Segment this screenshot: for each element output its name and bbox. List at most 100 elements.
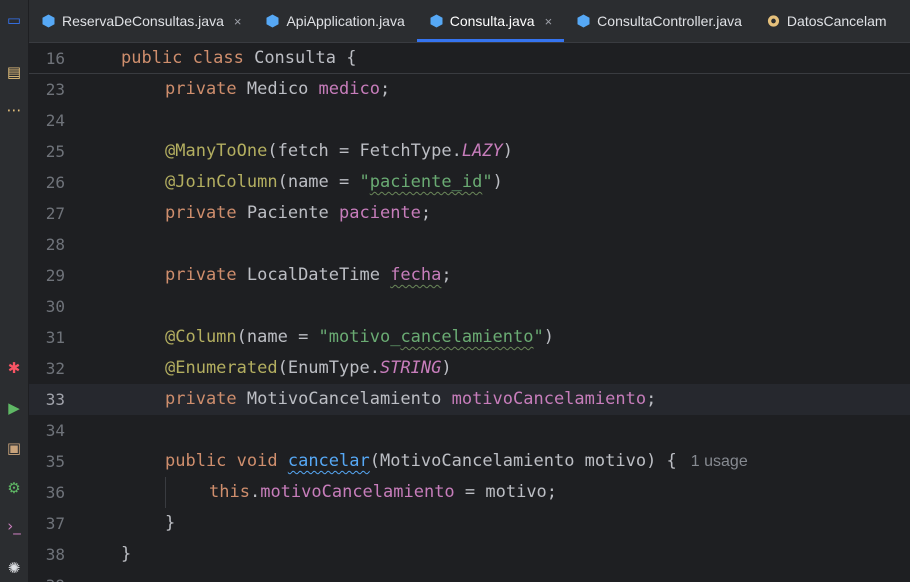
line-number[interactable]: 35 xyxy=(29,446,65,477)
code-token: class xyxy=(192,48,255,68)
tab-consultacontroller-java[interactable]: ConsultaController.java xyxy=(564,0,754,42)
code-line[interactable]: 34 xyxy=(29,415,910,446)
code-token: private xyxy=(165,389,247,409)
code-line[interactable]: 25 @ManyToOne(fetch = FetchType.LAZY) xyxy=(29,136,910,167)
line-number[interactable]: 33 xyxy=(29,384,65,415)
line-number[interactable]: 29 xyxy=(29,260,65,291)
code-line[interactable]: 24 xyxy=(29,105,910,136)
code-token: cancelar xyxy=(287,451,370,471)
code-token: MotivoCancelamiento xyxy=(246,389,452,409)
line-number[interactable]: 34 xyxy=(29,415,65,446)
tab-reservadeconsultas-java[interactable]: ReservaDeConsultas.java × xyxy=(29,0,253,42)
java-icon xyxy=(42,14,55,28)
code-line[interactable]: 33 private MotivoCancelamiento motivoCanc… xyxy=(29,384,910,415)
code-token: private xyxy=(165,203,247,223)
code-token: motivoCancelamiento xyxy=(260,482,455,502)
line-number[interactable]: 16 xyxy=(29,43,65,74)
code-text: this.motivoCancelamiento = motivo; xyxy=(209,477,557,508)
code-token: ; xyxy=(646,389,657,409)
code-token: " xyxy=(482,172,493,192)
line-number[interactable]: 24 xyxy=(29,105,65,136)
code-token: Medico xyxy=(246,79,319,99)
code-line[interactable]: 39 xyxy=(29,570,910,582)
line-number[interactable]: 36 xyxy=(29,477,65,508)
project-icon[interactable]: ▭ xyxy=(0,8,28,32)
code-token: } xyxy=(165,513,176,533)
terminal-icon[interactable]: ›_ xyxy=(0,514,28,538)
line-number[interactable]: 38 xyxy=(29,539,65,570)
code-token: @Column xyxy=(165,327,237,347)
code-line[interactable]: 29 private LocalDateTime fecha; xyxy=(29,260,910,291)
code-token: cancelamiento xyxy=(400,327,534,347)
line-number[interactable]: 30 xyxy=(29,291,65,322)
code-token: ) xyxy=(502,141,514,161)
settings-icon[interactable]: ⚙ xyxy=(0,476,28,500)
code-text: public class Consulta { xyxy=(121,43,356,74)
tab-label: Consulta.java xyxy=(449,13,535,29)
code-token: motivoCancelamiento xyxy=(451,389,647,409)
line-number[interactable]: 26 xyxy=(29,167,65,198)
code-token: = motivo; xyxy=(454,482,558,502)
code-text: @Enumerated(EnumType.STRING) xyxy=(165,353,452,384)
code-line[interactable]: 23 private Medico medico; xyxy=(29,74,910,105)
code-token: medico xyxy=(318,79,380,99)
code-line[interactable]: 26 @JoinColumn(name = "paciente_id") xyxy=(29,167,910,198)
code-line[interactable]: 37} xyxy=(29,508,910,539)
code-token: private xyxy=(165,79,247,99)
code-text: @Column(name = "motivo_cancelamiento") xyxy=(165,322,554,353)
code-token: (name = xyxy=(277,172,360,192)
tab-apiapplication-java[interactable]: ApiApplication.java xyxy=(253,0,416,42)
sticky-code-line[interactable]: 16 public class Consulta { xyxy=(29,43,910,74)
indent-guide xyxy=(165,477,166,508)
close-icon[interactable]: × xyxy=(545,14,553,29)
code-line[interactable]: 32 @Enumerated(EnumType.STRING) xyxy=(29,353,910,384)
code-text: private LocalDateTime fecha; xyxy=(165,260,452,291)
code-line[interactable]: 35 public void cancelar(MotivoCancelamien… xyxy=(29,446,910,477)
run-icon[interactable]: ▶ xyxy=(0,396,28,420)
code-token: "motivo_ xyxy=(318,327,401,347)
code-token: paciente_id xyxy=(369,172,483,192)
code-token: void xyxy=(236,451,288,471)
code-token: @Enumerated xyxy=(165,358,278,378)
tab-label: DatosCancelam xyxy=(786,13,887,29)
code-text: @JoinColumn(name = "paciente_id") xyxy=(165,167,503,198)
code-token: (EnumType. xyxy=(277,358,380,378)
code-line[interactable]: 38} xyxy=(29,539,910,570)
code-token: (name = xyxy=(236,327,319,347)
line-number[interactable]: 28 xyxy=(29,229,65,260)
code-token: ; xyxy=(441,265,452,285)
structure-icon[interactable]: ▤ xyxy=(0,60,28,84)
code-editor[interactable]: 16 public class Consulta { 23 private Medi… xyxy=(29,43,910,582)
sticky-scroll-header[interactable]: 16 public class Consulta { xyxy=(29,43,910,74)
tool-window-strip: ▭ ▤ ⋯ ✱ ▶ ▣ ⚙ ›_ ✺ xyxy=(0,0,29,582)
more-icon[interactable]: ⋯ xyxy=(0,98,28,122)
line-number[interactable]: 31 xyxy=(29,322,65,353)
debug-icon[interactable]: ✱ xyxy=(0,356,28,380)
code-token: Paciente xyxy=(246,203,340,223)
code-text: @ManyToOne(fetch = FetchType.LAZY) xyxy=(165,136,513,167)
close-icon[interactable]: × xyxy=(234,14,242,29)
code-line[interactable]: 36 this.motivoCancelamiento = motivo; xyxy=(29,477,910,508)
code-token: " xyxy=(533,327,544,347)
code-token: fecha xyxy=(390,265,442,285)
code-line[interactable]: 27 private Paciente paciente; xyxy=(29,198,910,229)
code-line[interactable]: 28 xyxy=(29,229,910,260)
usage-hint[interactable]: 1 usage xyxy=(691,453,748,470)
code-token: Consulta { xyxy=(254,48,357,68)
line-number[interactable]: 32 xyxy=(29,353,65,384)
code-line[interactable]: 31 @Column(name = "motivo_cancelamiento") xyxy=(29,322,910,353)
line-number[interactable]: 25 xyxy=(29,136,65,167)
java-icon xyxy=(577,14,590,28)
line-number[interactable]: 23 xyxy=(29,74,65,105)
database-icon[interactable]: ▣ xyxy=(0,436,28,460)
code-text: private Paciente paciente; xyxy=(165,198,431,229)
line-number[interactable]: 27 xyxy=(29,198,65,229)
notifications-icon[interactable]: ✺ xyxy=(0,556,28,580)
tab-label: ConsultaController.java xyxy=(597,13,742,29)
tab-datoscancelam[interactable]: DatosCancelam xyxy=(754,0,899,42)
tab-consulta-java[interactable]: Consulta.java × xyxy=(416,0,565,42)
code-line[interactable]: 30 xyxy=(29,291,910,322)
code-token: ) xyxy=(441,358,452,378)
line-number[interactable]: 39 xyxy=(29,570,65,582)
line-number[interactable]: 37 xyxy=(29,508,65,539)
